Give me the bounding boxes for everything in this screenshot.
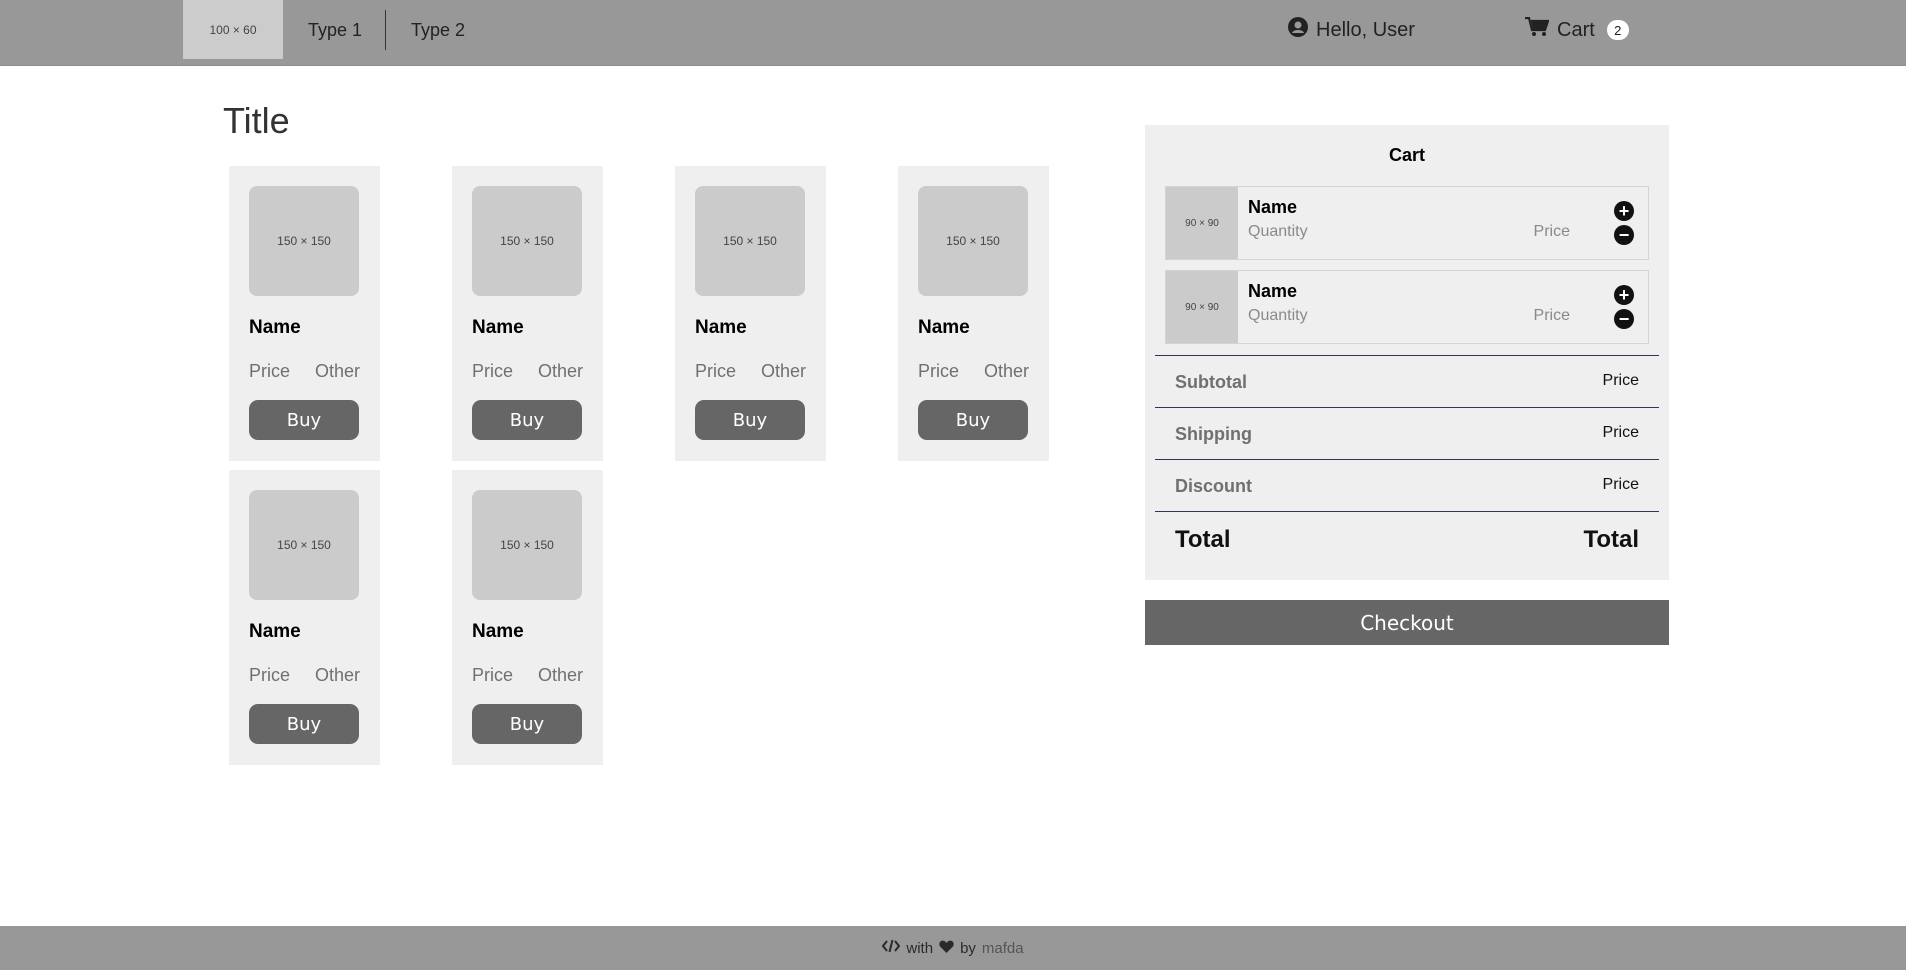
- shipping-value: Price: [1602, 424, 1639, 441]
- navbar: 100 × 60 Type 1 Type 2 Hello, User Cart …: [0, 0, 1906, 66]
- cart-count-badge: 2: [1606, 20, 1629, 40]
- product-image[interactable]: 150 × 150: [472, 490, 582, 600]
- discount-row: Discount Price: [1155, 459, 1659, 512]
- cart-item-price: Price: [1533, 223, 1570, 240]
- logo[interactable]: 100 × 60: [183, 0, 283, 59]
- product-image-label: 150 × 150: [723, 234, 777, 248]
- product-image-label: 150 × 150: [277, 234, 331, 248]
- product-image[interactable]: 150 × 150: [472, 186, 582, 296]
- cart-item-image-label: 90 × 90: [1185, 301, 1219, 313]
- product-card: 150 × 150 Name Price Other Buy: [452, 166, 603, 461]
- product-image-label: 150 × 150: [946, 234, 1000, 248]
- product-price: Price: [249, 361, 291, 381]
- product-image[interactable]: 150 × 150: [249, 186, 359, 296]
- product-price: Price: [918, 361, 960, 381]
- product-other: Other: [537, 665, 583, 685]
- subtotal-row: Subtotal Price: [1155, 355, 1659, 408]
- discount-value: Price: [1602, 476, 1639, 493]
- total-label: Total: [1175, 526, 1231, 553]
- product-name: Name: [695, 317, 747, 338]
- product-image-label: 150 × 150: [277, 538, 331, 552]
- buy-button[interactable]: Buy: [249, 400, 359, 440]
- product-name: Name: [472, 317, 524, 338]
- cart-link-label: Cart: [1557, 18, 1595, 41]
- product-card: 150 × 150 Name Price Other Buy: [229, 470, 380, 765]
- cart-item-image: 90 × 90: [1166, 187, 1238, 259]
- product-image-label: 150 × 150: [500, 234, 554, 248]
- product-other: Other: [760, 361, 806, 381]
- product-price: Price: [472, 665, 514, 685]
- minus-circle-icon[interactable]: −: [1614, 309, 1634, 329]
- nav-link-type-2[interactable]: Type 2: [411, 0, 465, 60]
- product-price: Price: [472, 361, 514, 381]
- minus-circle-icon[interactable]: −: [1614, 225, 1634, 245]
- subtotal-label: Subtotal: [1175, 372, 1247, 392]
- cart-panel: Cart 90 × 90 Name Quantity Price + − 90 …: [1145, 125, 1669, 580]
- product-card: 150 × 150 Name Price Other Buy: [898, 166, 1049, 461]
- discount-label: Discount: [1175, 476, 1253, 496]
- product-card: 150 × 150 Name Price Other Buy: [452, 470, 603, 765]
- code-icon: [882, 939, 901, 957]
- user-greeting: Hello, User: [1316, 18, 1415, 41]
- cart-item-quantity: Quantity: [1248, 223, 1308, 240]
- product-image[interactable]: 150 × 150: [695, 186, 805, 296]
- product-name: Name: [472, 621, 524, 642]
- cart-title: Cart: [1388, 145, 1425, 165]
- product-other: Other: [314, 665, 360, 685]
- cart-item-name: Name: [1248, 281, 1298, 301]
- shipping-row: Shipping Price: [1155, 407, 1659, 460]
- cart-item-image: 90 × 90: [1166, 271, 1238, 343]
- logo-placeholder-text: 100 × 60: [209, 22, 257, 37]
- cart-item: 90 × 90 Name Quantity Price + −: [1165, 270, 1649, 344]
- nav-link-type-1[interactable]: Type 1: [308, 0, 362, 60]
- cart-item-name: Name: [1248, 197, 1298, 217]
- plus-circle-icon[interactable]: +: [1614, 285, 1634, 305]
- product-price: Price: [695, 361, 737, 381]
- checkout-button[interactable]: Checkout: [1145, 600, 1669, 645]
- buy-button[interactable]: Buy: [695, 400, 805, 440]
- footer-with-text: with: [906, 939, 934, 957]
- buy-button[interactable]: Buy: [472, 704, 582, 744]
- product-other: Other: [314, 361, 360, 381]
- shopping-cart-icon: [1525, 16, 1550, 43]
- total-value: Total: [1583, 526, 1639, 553]
- subtotal-value: Price: [1602, 372, 1639, 389]
- cart-item: 90 × 90 Name Quantity Price + −: [1165, 186, 1649, 260]
- product-name: Name: [249, 317, 301, 338]
- product-price: Price: [249, 665, 291, 685]
- product-other: Other: [537, 361, 583, 381]
- product-name: Name: [249, 621, 301, 642]
- buy-button[interactable]: Buy: [472, 400, 582, 440]
- footer: with by mafda: [0, 926, 1906, 970]
- shipping-label: Shipping: [1175, 424, 1252, 444]
- cart-item-image-label: 90 × 90: [1185, 217, 1219, 229]
- footer-by-text: by: [960, 939, 976, 957]
- footer-author-link[interactable]: mafda: [982, 940, 1024, 957]
- plus-circle-icon[interactable]: +: [1614, 201, 1634, 221]
- product-name: Name: [918, 317, 970, 338]
- buy-button[interactable]: Buy: [249, 704, 359, 744]
- nav-divider: [385, 10, 386, 50]
- product-card: 150 × 150 Name Price Other Buy: [229, 166, 380, 461]
- user-circle-icon: [1288, 17, 1308, 43]
- product-image[interactable]: 150 × 150: [918, 186, 1028, 296]
- product-other: Other: [983, 361, 1029, 381]
- product-image[interactable]: 150 × 150: [249, 490, 359, 600]
- cart-item-quantity: Quantity: [1248, 307, 1308, 324]
- buy-button[interactable]: Buy: [918, 400, 1028, 440]
- cart-link[interactable]: Cart 2: [1525, 0, 1629, 60]
- page-title: Title: [223, 100, 290, 141]
- user-menu[interactable]: Hello, User: [1288, 0, 1415, 60]
- heart-icon: [939, 940, 954, 957]
- product-image-label: 150 × 150: [500, 538, 554, 552]
- product-card: 150 × 150 Name Price Other Buy: [675, 166, 826, 461]
- cart-item-price: Price: [1533, 307, 1570, 324]
- total-row: Total Total: [1155, 511, 1659, 564]
